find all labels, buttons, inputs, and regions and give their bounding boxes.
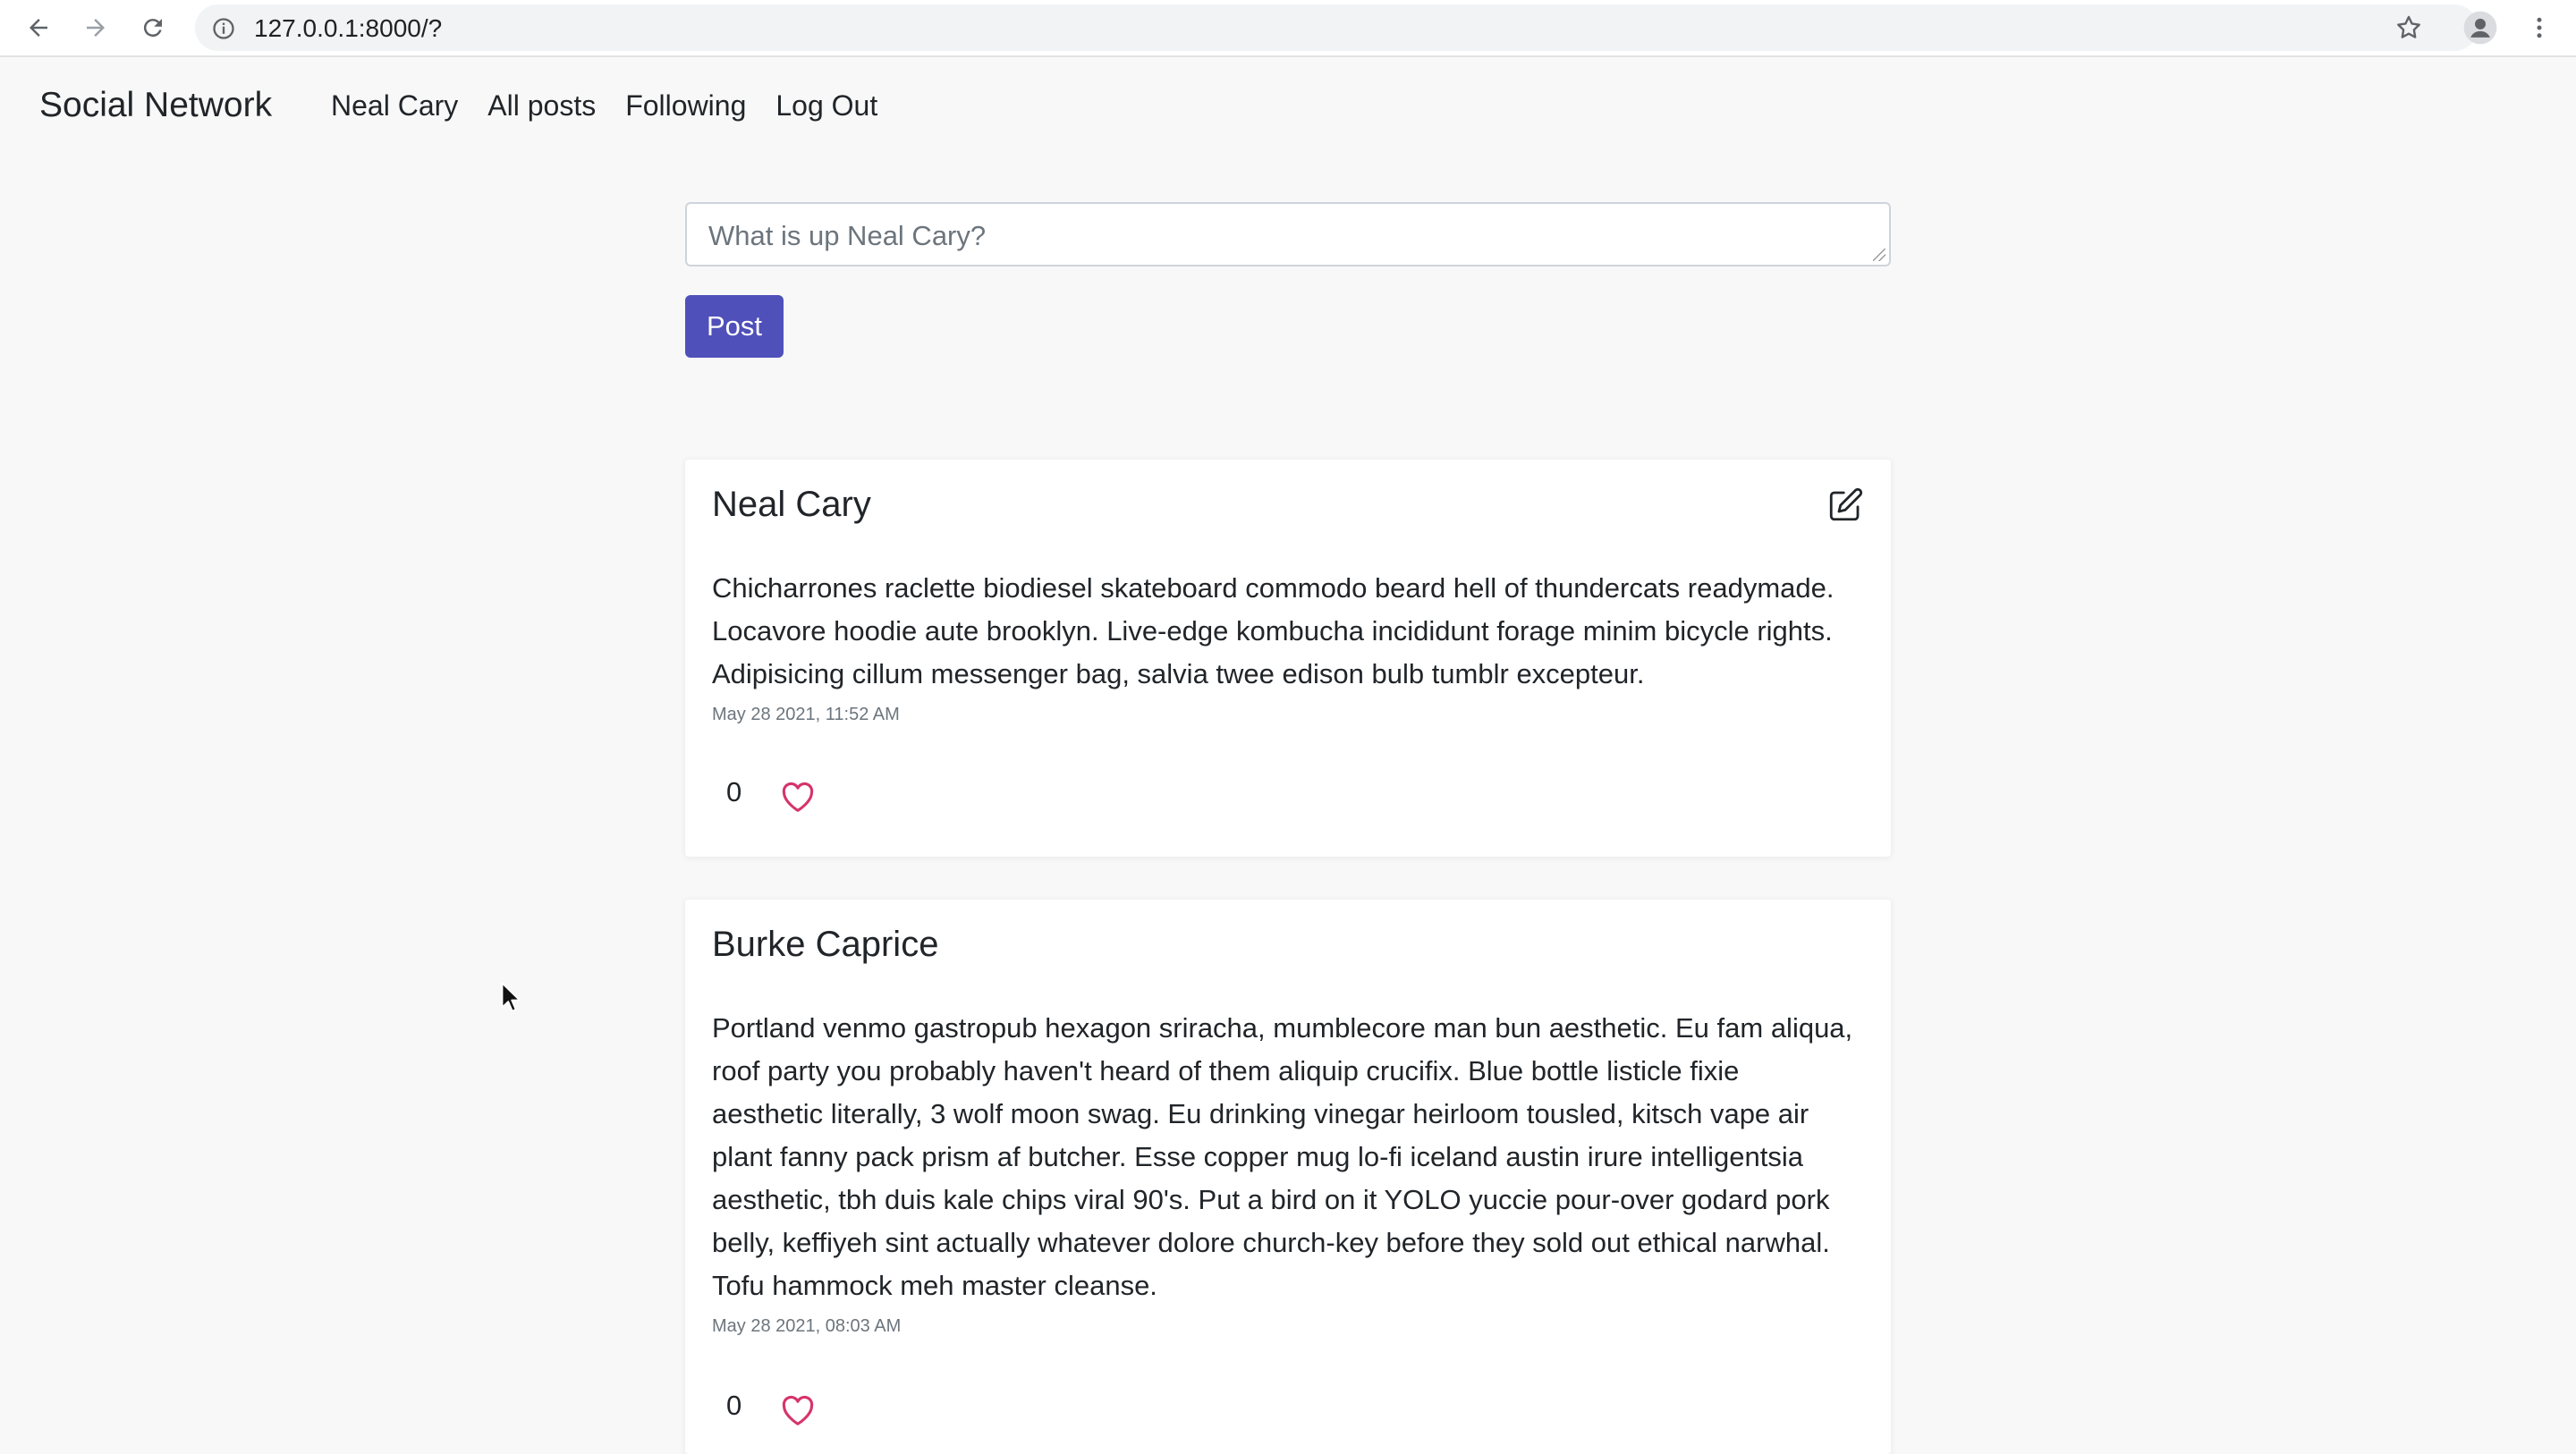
address-bar[interactable]: 127.0.0.1:8000/? xyxy=(195,4,2478,51)
post-author[interactable]: Burke Caprice xyxy=(712,925,938,965)
nav-logout-link[interactable]: Log Out xyxy=(775,89,877,123)
new-post-field[interactable] xyxy=(685,202,1891,266)
heart-icon[interactable] xyxy=(778,1391,818,1427)
nav-profile-link[interactable]: Neal Cary xyxy=(331,89,458,123)
url-text[interactable]: 127.0.0.1:8000/? xyxy=(254,14,442,43)
profile-icon[interactable] xyxy=(2458,5,2503,50)
new-post-textarea[interactable] xyxy=(687,204,1889,265)
post-timestamp: May 28 2021, 11:52 AM xyxy=(712,705,900,724)
edit-icon[interactable] xyxy=(1826,486,1864,524)
nav-links: Neal Cary All posts Following Log Out xyxy=(331,89,877,123)
post-card: Neal Cary Chicharrones raclette biodiese… xyxy=(685,460,1891,857)
post-author[interactable]: Neal Cary xyxy=(712,485,871,525)
post-body: Portland venmo gastropub hexagon srirach… xyxy=(712,1012,1853,1301)
nav-following-link[interactable]: Following xyxy=(625,89,746,123)
menu-icon[interactable] xyxy=(2517,5,2562,50)
star-icon[interactable] xyxy=(2386,5,2431,50)
browser-toolbar: 127.0.0.1:8000/? xyxy=(0,0,2576,57)
post-card: Burke Caprice Portland venmo gastropub h… xyxy=(685,900,1891,1454)
like-count: 0 xyxy=(726,776,742,807)
like-count: 0 xyxy=(726,1390,742,1421)
brand-link[interactable]: Social Network xyxy=(39,86,272,125)
nav-all-posts-link[interactable]: All posts xyxy=(487,89,596,123)
forward-icon[interactable] xyxy=(73,5,118,50)
post-timestamp: May 28 2021, 08:03 AM xyxy=(712,1316,902,1336)
info-icon[interactable] xyxy=(211,16,236,46)
resize-handle[interactable] xyxy=(1873,249,1885,261)
heart-icon[interactable] xyxy=(778,778,818,814)
site-navbar: Social Network Neal Cary All posts Follo… xyxy=(0,57,2576,165)
post-button[interactable]: Post xyxy=(685,295,784,358)
reload-icon[interactable] xyxy=(131,5,175,50)
post-body: Chicharrones raclette biodiesel skateboa… xyxy=(712,572,1835,689)
back-icon[interactable] xyxy=(16,5,61,50)
mouse-cursor-icon xyxy=(501,982,522,1019)
